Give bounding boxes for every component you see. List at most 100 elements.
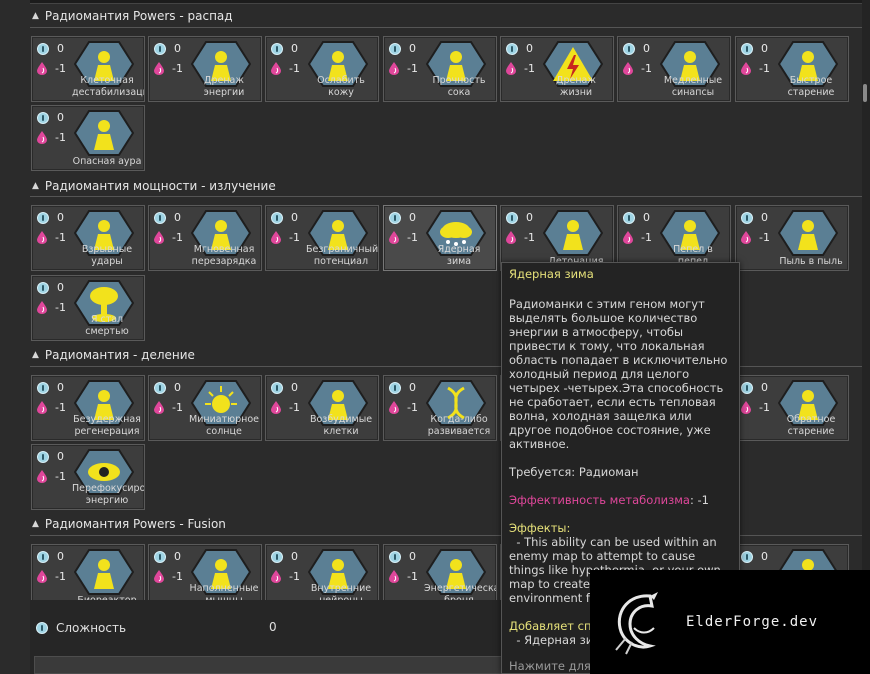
gene-card[interactable]: 0 -1 Пыль в пыль bbox=[735, 205, 849, 271]
scrollbar-thumb[interactable] bbox=[863, 84, 867, 102]
metabolism-stat: -1 bbox=[37, 231, 66, 244]
complexity-value: 0 bbox=[526, 211, 533, 224]
gene-card[interactable]: 0 -1 Дренаж жизни bbox=[500, 36, 614, 102]
complexity-value: 0 bbox=[526, 42, 533, 55]
metabolism-value: -1 bbox=[759, 401, 770, 414]
metabolism-stat: -1 bbox=[741, 62, 770, 75]
gene-card-label: Миниатюрное солнце bbox=[189, 414, 260, 437]
gene-card[interactable]: 0 -1 Ядерная зима bbox=[383, 205, 497, 271]
gene-card[interactable]: 0 -1 Возбудимые клетки bbox=[265, 375, 379, 441]
gene-card[interactable]: 0 -1 Мгновенная перезарядка bbox=[148, 205, 262, 271]
metabolism-drop-icon bbox=[154, 231, 164, 244]
complexity-value: 0 bbox=[643, 42, 650, 55]
metabolism-stat: -1 bbox=[37, 401, 66, 414]
metabolism-value: -1 bbox=[55, 570, 66, 583]
gene-card-label: Обратное старение bbox=[786, 414, 836, 437]
metabolism-stat: -1 bbox=[37, 301, 66, 314]
complexity-value: 0 bbox=[57, 550, 64, 563]
metabolism-stat: -1 bbox=[389, 570, 418, 583]
tooltip-description: Радиоманки с этим геном могут выделять б… bbox=[509, 297, 728, 451]
gene-card[interactable]: 0 -1 Ослабить кожу bbox=[265, 36, 379, 102]
complexity-stat: 0 bbox=[154, 381, 181, 394]
complexity-value: 0 bbox=[174, 211, 181, 224]
metabolism-drop-icon bbox=[389, 401, 399, 414]
complexity-value: 0 bbox=[269, 620, 277, 634]
complexity-stat: 0 bbox=[271, 42, 298, 55]
complexity-value: 0 bbox=[57, 450, 64, 463]
collapse-triangle-icon[interactable]: ▲ bbox=[32, 11, 39, 21]
gene-card[interactable]: 0 -1 Быстрое старение bbox=[735, 36, 849, 102]
complexity-stat: 0 bbox=[623, 211, 650, 224]
metabolism-stat: -1 bbox=[37, 131, 66, 144]
collapse-triangle-icon[interactable]: ▲ bbox=[32, 350, 39, 360]
gene-card-label: Быстрое старение bbox=[787, 75, 835, 98]
metabolism-value: -1 bbox=[172, 401, 183, 414]
detonation-icon bbox=[543, 210, 603, 256]
complexity-stat: 0 bbox=[271, 550, 298, 563]
gene-card[interactable]: 0 -1 Прочность сока bbox=[383, 36, 497, 102]
metabolism-value: -1 bbox=[55, 131, 66, 144]
complexity-icon bbox=[741, 381, 753, 394]
metabolism-stat: -1 bbox=[271, 401, 300, 414]
complexity-stat: 0 bbox=[37, 281, 64, 294]
metabolism-value: -1 bbox=[289, 570, 300, 583]
gene-card[interactable]: 0 -1 Перефокусировать энергию bbox=[31, 444, 145, 510]
complexity-stat: 0 bbox=[389, 381, 416, 394]
gene-card[interactable]: 0 -1 Медленные синапсы bbox=[617, 36, 731, 102]
tooltip-metabolism: Эффективность метаболизма: -1 bbox=[509, 493, 732, 507]
gene-card[interactable]: 0 -1 Клеточная дестабилизация bbox=[31, 36, 145, 102]
gene-card[interactable]: 0 -1 Дренаж энергии bbox=[148, 36, 262, 102]
metabolism-drop-icon bbox=[741, 62, 751, 75]
complexity-stat: 0 bbox=[623, 42, 650, 55]
metabolism-value: -1 bbox=[172, 231, 183, 244]
gene-card[interactable]: 0 -1 Взрывные удары bbox=[31, 205, 145, 271]
metabolism-stat: -1 bbox=[271, 570, 300, 583]
complexity-value: 0 bbox=[291, 550, 298, 563]
metabolism-value: -1 bbox=[172, 570, 183, 583]
complexity-icon bbox=[37, 211, 49, 224]
complexity-value: 0 bbox=[57, 42, 64, 55]
metabolism-drop-icon bbox=[37, 62, 47, 75]
metabolism-value: -1 bbox=[641, 231, 652, 244]
gene-card-label: Дренаж жизни bbox=[556, 75, 596, 98]
gene-card[interactable]: 0 -1 Когда-либо развивается bbox=[383, 375, 497, 441]
gene-card[interactable]: 0 -1 Опасная аура bbox=[31, 105, 145, 171]
metabolism-stat: -1 bbox=[154, 231, 183, 244]
gene-card-label: Опасная аура bbox=[72, 156, 142, 167]
complexity-icon bbox=[741, 550, 753, 563]
gene-card-label: Ослабить кожу bbox=[317, 75, 365, 98]
metabolism-stat: -1 bbox=[741, 231, 770, 244]
gene-card-label: Взрывные удары bbox=[81, 244, 133, 267]
section-header-radiation[interactable]: ▲ Радиомантия мощности - излучение bbox=[30, 176, 862, 196]
metabolism-drop-icon bbox=[37, 570, 47, 583]
gene-card[interactable]: 0 -1 Я стал смертью bbox=[31, 275, 145, 341]
collapse-triangle-icon[interactable]: ▲ bbox=[32, 181, 39, 191]
complexity-value: 0 bbox=[291, 211, 298, 224]
metabolism-value: -1 bbox=[289, 62, 300, 75]
metabolism-drop-icon bbox=[623, 231, 633, 244]
complexity-icon bbox=[271, 550, 283, 563]
metabolism-value: -1 bbox=[759, 62, 770, 75]
gene-card[interactable]: 0 -1 Обратное старение bbox=[735, 375, 849, 441]
complexity-icon bbox=[389, 550, 401, 563]
complexity-stat: 0 bbox=[37, 381, 64, 394]
metabolism-drop-icon bbox=[37, 301, 47, 314]
metabolism-drop-icon bbox=[741, 401, 751, 414]
metabolism-value: -1 bbox=[55, 470, 66, 483]
section-header-decay[interactable]: ▲ Радиомантия Powers - распад bbox=[30, 6, 862, 26]
dust-swirl-icon bbox=[778, 210, 838, 256]
collapse-triangle-icon[interactable]: ▲ bbox=[32, 519, 39, 529]
gene-card-label: Перефокусировать энергию bbox=[72, 483, 145, 506]
gene-card[interactable]: 0 -1 Безграничный потенциал bbox=[265, 205, 379, 271]
complexity-icon bbox=[37, 281, 49, 294]
metabolism-value: -1 bbox=[524, 231, 535, 244]
metabolism-stat: -1 bbox=[37, 470, 66, 483]
complexity-icon bbox=[389, 42, 401, 55]
gene-card[interactable]: 0 -1 Безудержная регенерация bbox=[31, 375, 145, 441]
watermark-text: ElderForge.dev bbox=[686, 614, 819, 630]
complexity-stat: 0 bbox=[154, 211, 181, 224]
metabolism-drop-icon bbox=[271, 231, 281, 244]
gene-card[interactable]: 0 -1 Миниатюрное солнце bbox=[148, 375, 262, 441]
complexity-label: Сложность bbox=[56, 621, 127, 635]
metabolism-stat: -1 bbox=[271, 231, 300, 244]
